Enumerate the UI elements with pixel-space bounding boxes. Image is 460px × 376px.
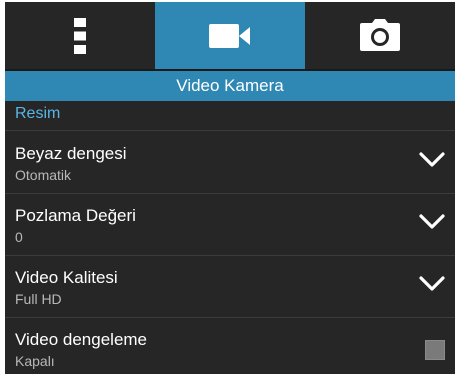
chevron-down-icon[interactable] [419,152,445,168]
setting-row-exposure[interactable]: Pozlama Değeri 0 [5,194,455,256]
page-title: Video Kamera [5,71,455,101]
video-camera-icon [209,23,250,48]
setting-title: Video dengeleme [15,330,148,349]
chevron-down-icon[interactable] [419,276,445,292]
setting-row-video-quality[interactable]: Video Kalitesi Full HD [5,256,455,318]
setting-row-white-balance[interactable]: Beyaz dengesi Otomatik [5,132,455,194]
photo-camera-icon [360,18,400,51]
setting-value: Kapalı [15,353,55,369]
tab-photo[interactable] [305,2,455,69]
stabilization-checkbox[interactable] [425,340,445,360]
setting-title: Pozlama Değeri [15,206,136,225]
setting-value: 0 [15,229,23,245]
tab-video[interactable] [155,2,305,69]
setting-title: Video Kalitesi [15,268,118,287]
mode-tabs [5,2,455,69]
section-header-resim: Resim [15,105,61,122]
tab-more-options[interactable] [5,2,155,69]
section-divider [5,130,455,131]
setting-value: Otomatik [15,167,72,183]
chevron-down-icon[interactable] [419,214,445,230]
setting-row-video-stabilization[interactable]: Video dengeleme Kapalı [5,318,455,374]
camera-settings-panel: Video Kamera Resim Beyaz dengesi Otomati… [5,2,455,374]
setting-value: Full HD [15,291,62,307]
more-vertical-icon [74,17,86,54]
setting-title: Beyaz dengesi [15,144,127,163]
